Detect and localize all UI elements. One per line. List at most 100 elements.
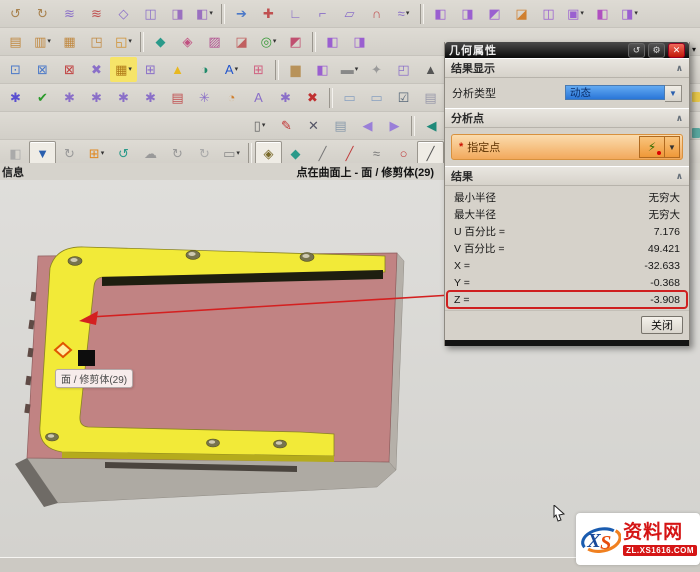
dropdown-caret-icon[interactable]: ▾ [634, 10, 638, 17]
dialog-close-icon[interactable]: ✕ [668, 43, 685, 58]
resize-blend-icon[interactable]: ▣▾ [562, 1, 589, 26]
edit-cross-section-icon[interactable]: ◨▾ [616, 1, 643, 26]
break-link-icon[interactable]: ✖ [299, 85, 326, 110]
offset-curve-3d-icon[interactable]: ≋ [83, 1, 110, 26]
link-objects-icon[interactable]: ✦ [363, 57, 390, 82]
chevron-up-icon[interactable]: ∧ [676, 63, 683, 74]
swept-surface-icon[interactable]: ◈ [174, 29, 201, 54]
studio-surface-icon[interactable]: ◩ [282, 29, 309, 54]
toolbar-overflow-caret[interactable]: ▾ [692, 45, 696, 54]
dialog-reset-button[interactable]: ↺ [628, 43, 645, 58]
nav-back-icon[interactable]: ◀ [354, 113, 381, 138]
chevron-up-icon[interactable]: ∧ [676, 171, 683, 182]
four-point-surface-icon[interactable]: ◆ [147, 29, 174, 54]
dropdown-caret-icon[interactable]: ▾ [355, 66, 359, 73]
wave-star-icon[interactable]: ✳ [191, 85, 218, 110]
rect-select-icon[interactable]: ▭▾ [218, 141, 245, 166]
type-filter-partial-icon[interactable]: ◧ [2, 141, 29, 166]
snap-end-icon[interactable]: ◆ [282, 141, 309, 166]
accept-check-icon[interactable]: ✔ [29, 85, 56, 110]
ruled-surface-icon[interactable]: ▨ [201, 29, 228, 54]
bounded-plane-icon[interactable]: ▱ [336, 1, 363, 26]
through-mesh-icon[interactable]: ◪ [228, 29, 255, 54]
analysis-type-combobox[interactable]: 动态 ▼ [565, 85, 682, 102]
point-dialog-button[interactable]: ⚡ [639, 136, 665, 158]
project-curve-icon[interactable]: ➔ [228, 1, 255, 26]
stamp-dark-icon[interactable]: ▲ [417, 57, 444, 82]
anchor-constraint-icon[interactable]: ⊠ [56, 57, 83, 82]
section-results[interactable]: 结果 ∧ [445, 166, 689, 186]
pattern-star-icon[interactable]: ✖ [83, 57, 110, 82]
purple-block-icon[interactable]: ◧ [309, 57, 336, 82]
section-analysis-point[interactable]: 分析点 ∧ [445, 108, 689, 128]
fix-constraint-icon[interactable]: ⊠ [29, 57, 56, 82]
n-sided-surface-icon[interactable]: ◎▾ [255, 29, 282, 54]
refresh-selection-icon[interactable]: ↻ [56, 141, 83, 166]
dialog-titlebar[interactable]: 几何属性 ↺ ⚙ ✕ [445, 42, 689, 58]
toolbox-icon[interactable]: ▦▾ [110, 57, 137, 82]
snap-line-two-icon[interactable]: ╱ [336, 141, 363, 166]
dialog-settings-icon[interactable]: ⚙ [648, 43, 665, 58]
add-snap-icon[interactable]: ⊞▾ [83, 141, 110, 166]
alert-bell-icon[interactable]: ▲ [164, 57, 191, 82]
mirror-body-icon[interactable]: ▤ [164, 85, 191, 110]
unwrap-curve-icon[interactable]: ◧▾ [191, 1, 218, 26]
wave-sheet-icon[interactable]: ✱ [83, 85, 110, 110]
stamp-press-icon[interactable]: ▆ [282, 57, 309, 82]
section-result-display[interactable]: 结果显示 ∧ [445, 58, 689, 78]
back-bold-icon[interactable]: ◀ [418, 113, 445, 138]
sheet-list-icon[interactable]: ▤ [417, 85, 444, 110]
bridge-arc-icon[interactable]: ∩ [363, 1, 390, 26]
replace-face-icon[interactable]: ◪ [508, 1, 535, 26]
information-window-icon[interactable]: ▯▾ [246, 113, 273, 138]
spine-curve-icon[interactable]: ≋ [56, 1, 83, 26]
dropdown-caret-icon[interactable]: ▾ [101, 150, 105, 157]
mirror-curve-icon[interactable]: ◫ [137, 1, 164, 26]
snap-circle-icon[interactable]: ○ [390, 141, 417, 166]
lasso-select-icon[interactable]: ☁ [137, 141, 164, 166]
wrap-curve-icon[interactable]: ◨ [164, 1, 191, 26]
offset-body-icon[interactable]: ◨ [346, 29, 373, 54]
sheets-stack-icon[interactable]: ▤ [327, 113, 354, 138]
bridge-curve-icon[interactable]: ↻ [29, 1, 56, 26]
wave-text-icon[interactable]: A [245, 85, 272, 110]
pull-face-icon[interactable]: ◨ [454, 1, 481, 26]
copy-sheet-icon[interactable]: ⊞ [137, 57, 164, 82]
unsew-sheet-icon[interactable]: ▤ [2, 29, 29, 54]
dropdown-caret-icon[interactable]: ▾ [236, 150, 240, 157]
combine-curve-icon[interactable]: ✚ [255, 1, 282, 26]
copy-object-icon[interactable]: ◰ [390, 57, 417, 82]
shell-body-icon[interactable]: ◧ [589, 1, 616, 26]
wave-sketch-icon[interactable]: ✱ [110, 85, 137, 110]
window-one-icon[interactable]: ▭ [336, 85, 363, 110]
isolate-object-icon[interactable]: ◔ [218, 85, 245, 110]
selection-scope-dropdown-icon[interactable]: ▼ [29, 141, 56, 166]
analysis-type-value[interactable]: 动态 [565, 85, 665, 100]
dropdown-caret-icon[interactable]: ▾ [47, 38, 51, 45]
text-tool-icon[interactable]: A▾ [218, 57, 245, 82]
curve-length-icon[interactable]: ≈▾ [390, 1, 417, 26]
snap-slash-icon[interactable]: ╱ [417, 141, 444, 166]
dropdown-caret-icon[interactable]: ▾ [235, 66, 239, 73]
combo-dropdown-icon[interactable]: ▼ [665, 85, 682, 102]
wave-datum-icon[interactable]: ✱ [137, 85, 164, 110]
datum-grid-icon[interactable]: ⊡ [2, 57, 29, 82]
snap-point-icon[interactable]: ◈ [255, 141, 282, 166]
pink-grid-icon[interactable]: ⊞ [245, 57, 272, 82]
shade-view-icon[interactable]: ◑ [191, 57, 218, 82]
snap-line-one-icon[interactable]: ╱ [309, 141, 336, 166]
point-options-dropdown-icon[interactable]: ▼ [665, 136, 680, 158]
enlarge-sheet-icon[interactable]: ▦ [56, 29, 83, 54]
csys-toggle-icon[interactable]: ✕ [300, 113, 327, 138]
flat-bar-icon[interactable]: ▬▾ [336, 57, 363, 82]
sew-sheet-icon[interactable]: ▥▾ [29, 29, 56, 54]
nav-forward-icon[interactable]: ▶ [381, 113, 408, 138]
dropdown-caret-icon[interactable]: ▾ [273, 38, 277, 45]
window-two-icon[interactable]: ▭ [363, 85, 390, 110]
snap-curve-icon[interactable]: ≈ [363, 141, 390, 166]
join-curve-icon[interactable]: ↺ [2, 1, 29, 26]
dialog-bottom-edge[interactable] [445, 340, 689, 346]
sheet-fold-icon[interactable]: ◇ [110, 1, 137, 26]
check-box-icon[interactable]: ☑ [390, 85, 417, 110]
delete-face-icon[interactable]: ◫ [535, 1, 562, 26]
